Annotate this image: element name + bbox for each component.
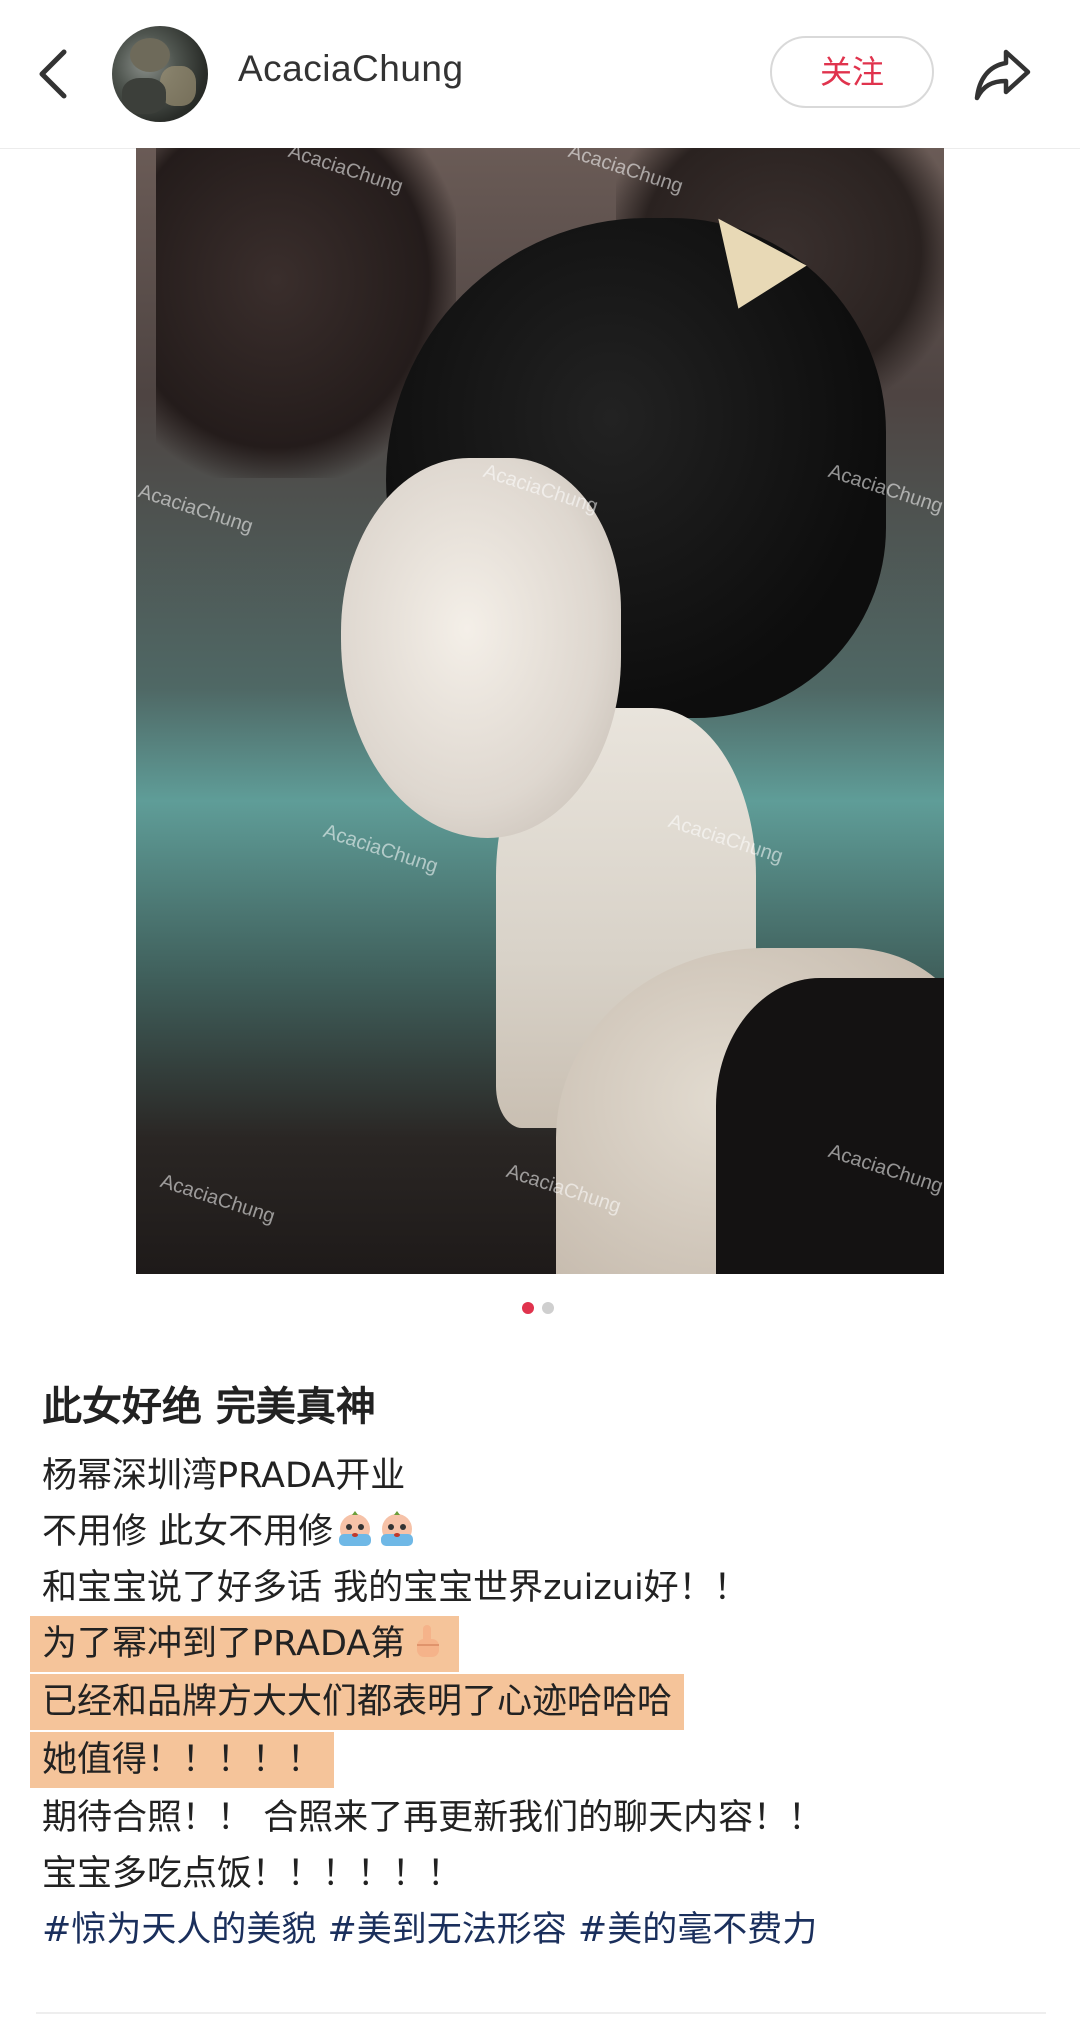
back-button[interactable] (28, 40, 80, 108)
hashtag-line[interactable]: #惊为天人的美貌 #美到无法形容 #美的毫不费力 (30, 1902, 1050, 1958)
index-pointing-up-emoji (417, 1625, 440, 1657)
carousel-dot-active[interactable] (522, 1302, 534, 1314)
avatar[interactable] (112, 26, 208, 122)
crying-baby-emoji (339, 1511, 372, 1546)
watermark: AcaciaChung (320, 820, 441, 878)
carousel-indicator (522, 1302, 558, 1314)
post-line: 期待合照！！ 合照来了再更新我们的聊天内容！！ (42, 1798, 824, 1838)
post-body: 杨幂深圳湾PRADA开业 不用修 此女不用修 和宝宝说了好多话 我的宝宝世界zu… (30, 1448, 1050, 1958)
post-line: 宝宝多吃点饭！！！！！！ (42, 1854, 463, 1894)
follow-button[interactable]: 关注 (770, 36, 934, 108)
crying-baby-emoji (381, 1511, 414, 1546)
comment-bar-edge (36, 2012, 1046, 2032)
post-title: 此女好绝 完美真神 (42, 1384, 376, 1430)
share-arrow-icon (974, 49, 1031, 101)
chevron-left-icon (39, 49, 67, 99)
top-bar: AcaciaChung 关注 (0, 0, 1080, 149)
carousel-dot[interactable] (542, 1302, 554, 1314)
watermark: AcaciaChung (157, 1170, 278, 1228)
username[interactable]: AcaciaChung (238, 48, 464, 90)
post-line: 不用修 此女不用修 (30, 1504, 1050, 1560)
highlighted-line: 为了幂冲到了PRADA第 (30, 1616, 460, 1672)
post-photo[interactable]: AcaciaChung AcaciaChung AcaciaChung Acac… (136, 148, 944, 1274)
post-line: 和宝宝说了好多话 我的宝宝世界zuizui好！！ (42, 1568, 749, 1608)
post-line: 杨幂深圳湾PRADA开业 (42, 1456, 406, 1496)
watermark: AcaciaChung (136, 480, 256, 538)
highlighted-line: 她值得！！！！！ (30, 1732, 335, 1788)
highlighted-line: 已经和品牌方大大们都表明了心迹哈哈哈 (30, 1674, 685, 1730)
share-button[interactable] (972, 44, 1034, 104)
